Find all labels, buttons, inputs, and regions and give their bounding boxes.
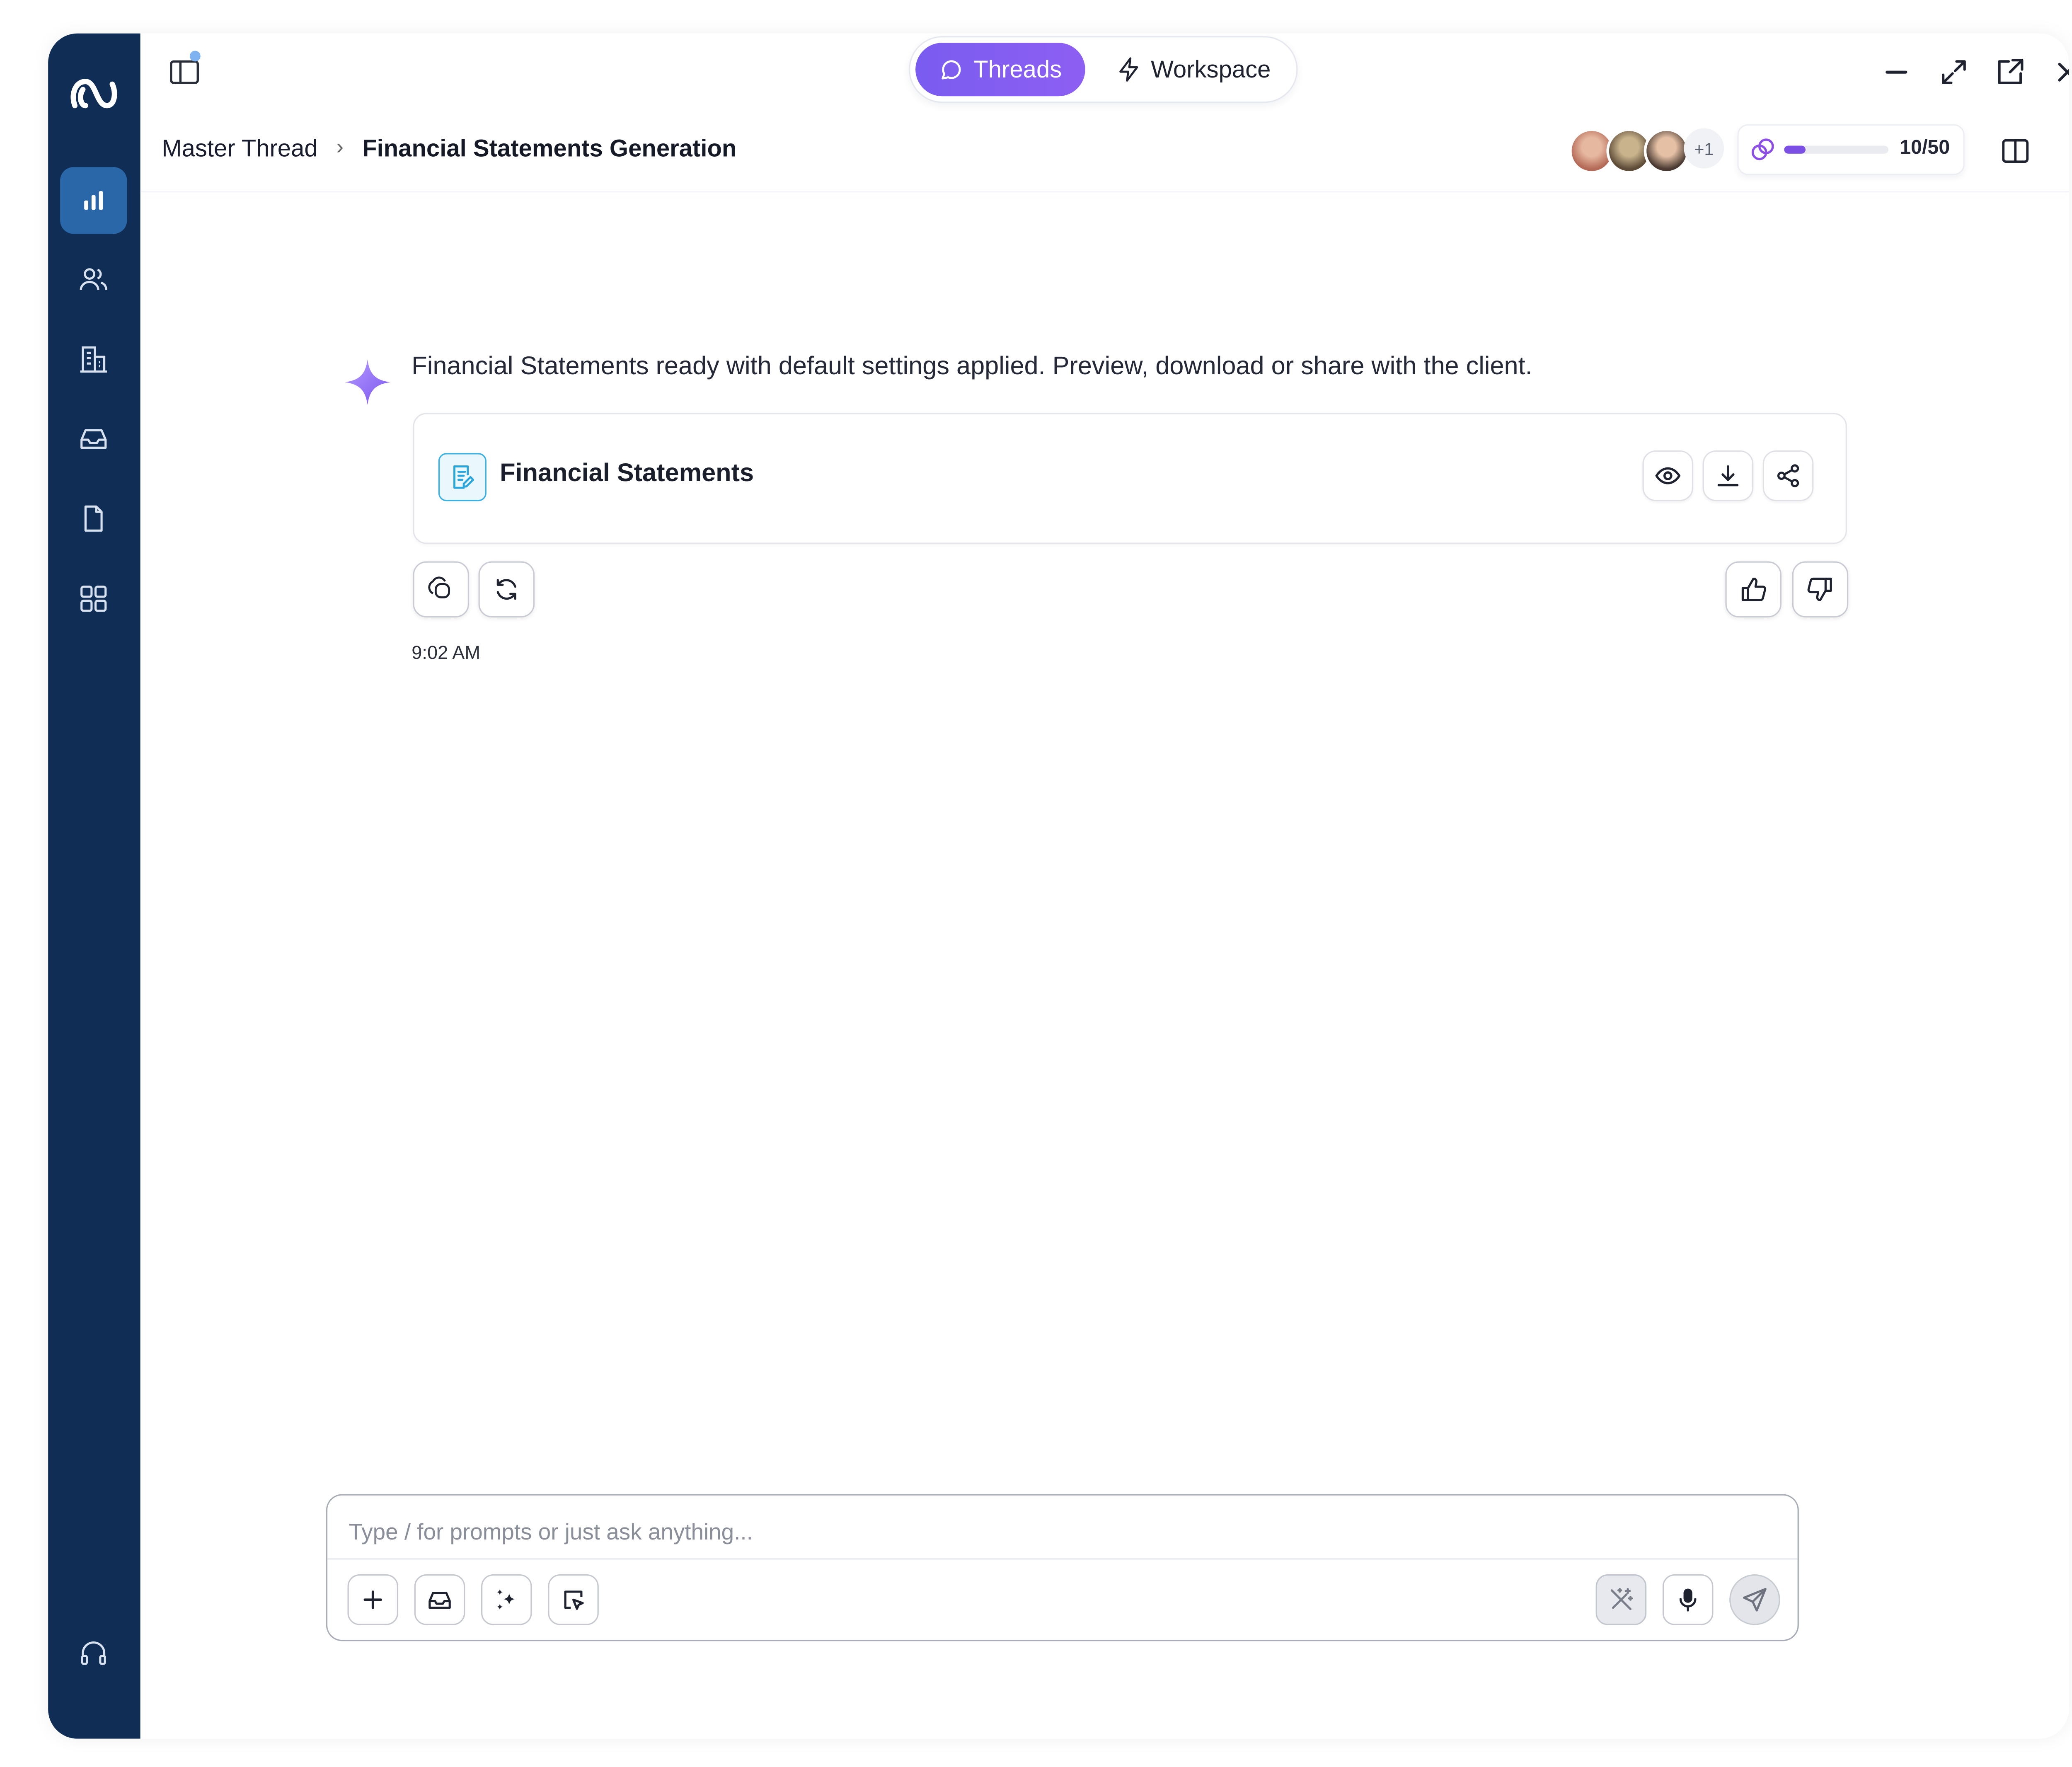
regenerate-button[interactable]: [478, 561, 535, 617]
usage-count: 10/50: [1900, 136, 1950, 159]
minimize-button[interactable]: [1879, 55, 1914, 90]
composer: [326, 1494, 1799, 1641]
ai-sparkle-icon: [345, 359, 390, 405]
app-window: Threads Workspace Master Thread › Financ…: [48, 33, 2069, 1739]
headset-icon: [81, 1641, 106, 1665]
send-icon: [1743, 1588, 1767, 1612]
sidebar-item-users[interactable]: [60, 246, 127, 312]
statement-doc-icon: [438, 453, 487, 501]
download-button[interactable]: [1702, 450, 1754, 501]
expand-icon: [1942, 60, 1966, 85]
sidebar-item-documents[interactable]: [60, 485, 127, 552]
inbox-button[interactable]: [414, 1574, 465, 1625]
select-element-button[interactable]: [548, 1574, 599, 1625]
tab-workspace-label: Workspace: [1151, 55, 1271, 82]
page-title: Financial Statements Generation: [362, 134, 737, 161]
breadcrumb-separator: ›: [336, 136, 344, 159]
sidebar-item-inbox[interactable]: [60, 405, 127, 472]
thumbs-down-button[interactable]: [1792, 561, 1849, 617]
stage: Threads Workspace Master Thread › Financ…: [0, 0, 2072, 1767]
enhance-prompt-button[interactable]: [1595, 1574, 1647, 1625]
tab-threads[interactable]: Threads: [915, 43, 1085, 97]
sidebar-item-analytics[interactable]: [60, 167, 127, 234]
message-timestamp: 9:02 AM: [411, 641, 480, 663]
view-toggle: Threads Workspace: [909, 36, 1298, 103]
close-icon: [2058, 63, 2069, 82]
plus-icon: [363, 1590, 382, 1609]
analytics-icon: [84, 191, 103, 210]
voice-input-button[interactable]: [1662, 1574, 1714, 1625]
share-button[interactable]: [1762, 450, 1814, 501]
tab-workspace[interactable]: Workspace: [1100, 43, 1287, 96]
usage-progress-fill: [1784, 145, 1805, 154]
sparkles-icon: [496, 1589, 516, 1610]
sidebar-item-clients[interactable]: [60, 326, 127, 393]
pop-out-button[interactable]: [1992, 55, 2027, 90]
add-attachment-button[interactable]: [347, 1574, 399, 1625]
usage-meter[interactable]: 10/50: [1737, 124, 1965, 175]
sidebar: [48, 33, 140, 1739]
collaborator-avatars[interactable]: +1: [1569, 128, 1724, 174]
inbox-icon: [428, 1592, 451, 1609]
document-card-title: Financial Statements: [500, 460, 754, 488]
usage-progress-track: [1784, 145, 1888, 154]
copy-button[interactable]: [413, 561, 469, 617]
thumbs-up-button[interactable]: [1725, 561, 1782, 617]
breadcrumb-parent[interactable]: Master Thread: [162, 134, 317, 162]
document-card[interactable]: Financial Statements: [413, 413, 1847, 544]
minimize-icon: [1886, 70, 1907, 74]
magic-wand-icon: [1610, 1588, 1633, 1610]
close-button[interactable]: [2050, 55, 2069, 90]
link-rings-icon: [1751, 138, 1774, 160]
more-collaborators-badge[interactable]: +1: [1684, 128, 1724, 169]
share-icon: [1777, 464, 1799, 487]
download-icon: [1717, 465, 1739, 487]
expand-button[interactable]: [1936, 55, 1971, 90]
apps-icon: [80, 586, 107, 612]
document-icon: [84, 505, 103, 532]
cursor-select-icon: [564, 1590, 584, 1610]
avatar: [1644, 128, 1690, 174]
thumbs-down-icon: [1807, 577, 1832, 601]
right-panel-icon[interactable]: [1999, 135, 2031, 167]
send-button[interactable]: [1729, 1574, 1780, 1625]
thumbs-up-icon: [1741, 577, 1767, 601]
inbox-icon: [80, 429, 107, 449]
assistant-message: Financial Statements ready with default …: [411, 353, 1532, 381]
users-icon: [80, 268, 107, 290]
composer-divider: [327, 1558, 1798, 1560]
microphone-icon: [1679, 1588, 1697, 1612]
logo-icon: [70, 79, 117, 109]
ai-prompts-button[interactable]: [481, 1574, 532, 1625]
prompt-input[interactable]: [346, 1511, 1768, 1554]
breadcrumb: Master Thread › Financial Statements Gen…: [162, 132, 736, 164]
lightning-icon: [1119, 57, 1138, 82]
header-divider: [140, 191, 2069, 193]
copy-icon: [428, 576, 450, 598]
chat-bubble-icon: [942, 60, 961, 80]
notification-dot: [189, 51, 201, 62]
refresh-icon: [496, 579, 516, 600]
building-icon: [80, 346, 107, 373]
preview-button[interactable]: [1642, 450, 1694, 501]
tab-threads-label: Threads: [973, 55, 1062, 82]
external-link-icon: [1998, 59, 2024, 85]
sidebar-item-apps[interactable]: [60, 565, 127, 632]
sidebar-item-support[interactable]: [60, 1620, 127, 1687]
eye-icon: [1655, 467, 1681, 484]
